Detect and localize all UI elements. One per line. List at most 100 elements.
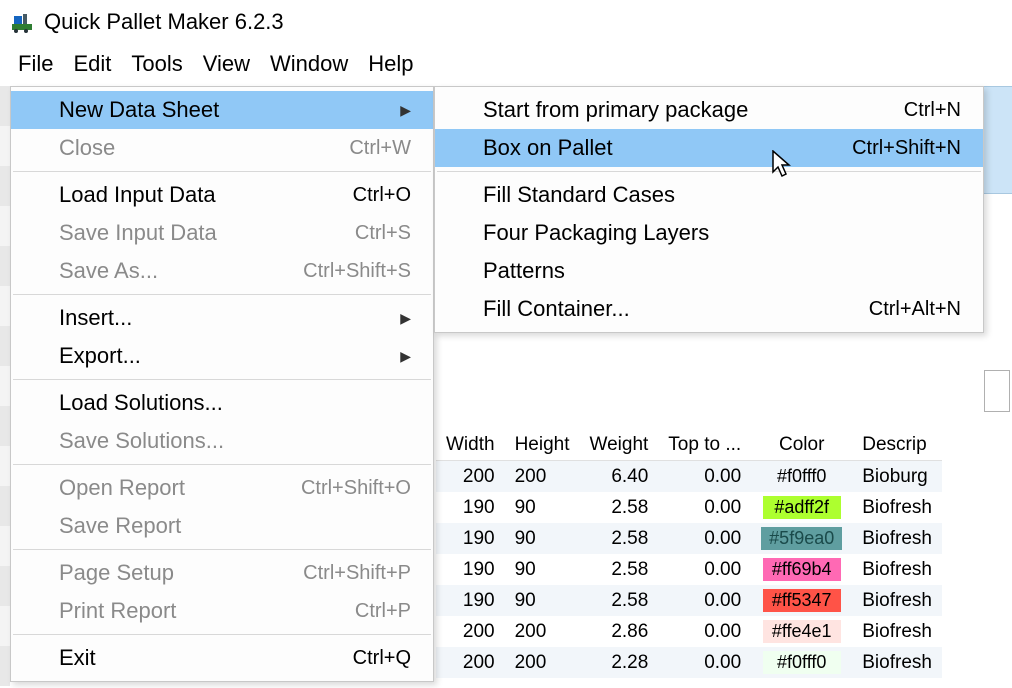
menu-label: Load Input Data [59, 182, 216, 208]
menu-label: New Data Sheet [59, 97, 219, 123]
menu-label: Save Report [59, 513, 181, 539]
menu-shortcut: Ctrl+N [904, 99, 961, 122]
menu-export[interactable]: Export... ▶ [11, 337, 433, 375]
menu-shortcut: Ctrl+Alt+N [869, 298, 961, 321]
cell-weight: 2.58 [580, 554, 659, 585]
menu-shortcut: Ctrl+Shift+P [303, 562, 411, 585]
app-icon [10, 10, 34, 34]
color-swatch: #adff2f [763, 496, 841, 519]
menu-save-input-data[interactable]: Save Input Data Ctrl+S [11, 214, 433, 252]
menu-save-report[interactable]: Save Report [11, 507, 433, 545]
menubar-tools[interactable]: Tools [121, 47, 192, 81]
menu-label: Save Solutions... [59, 428, 224, 454]
table-row[interactable]: 190902.580.00#adff2fBiofresh [436, 492, 942, 523]
cell-topto: 0.00 [658, 616, 751, 647]
menu-label: Four Packaging Layers [483, 220, 709, 246]
color-swatch: #f0fff0 [763, 651, 841, 674]
menu-open-report[interactable]: Open Report Ctrl+Shift+O [11, 469, 433, 507]
menubar-help[interactable]: Help [358, 47, 423, 81]
menu-print-report[interactable]: Print Report Ctrl+P [11, 592, 433, 630]
col-width[interactable]: Width [436, 430, 505, 461]
table-row[interactable]: 2002002.280.00#f0fff0Biofresh [436, 647, 942, 678]
cell-color: #f0fff0 [751, 461, 852, 493]
table-row[interactable]: 2002006.400.00#f0fff0Bioburg [436, 461, 942, 493]
menu-close[interactable]: Close Ctrl+W [11, 129, 433, 167]
menu-save-as[interactable]: Save As... Ctrl+Shift+S [11, 252, 433, 290]
menu-label: Save As... [59, 258, 158, 284]
menu-new-data-sheet[interactable]: New Data Sheet ▶ [11, 91, 433, 129]
cell-description: Biofresh [852, 554, 942, 585]
submenu-box-on-pallet[interactable]: Box on Pallet Ctrl+Shift+N [435, 129, 983, 167]
cell-height: 90 [505, 523, 580, 554]
menu-label: Print Report [59, 598, 176, 624]
menu-shortcut: Ctrl+Q [353, 647, 411, 670]
menu-separator [13, 549, 431, 550]
app-title: Quick Pallet Maker 6.2.3 [44, 9, 284, 35]
cell-height: 200 [505, 647, 580, 678]
menubar-window[interactable]: Window [260, 47, 358, 81]
menu-separator [13, 171, 431, 172]
cell-height: 90 [505, 492, 580, 523]
submenu-fill-container[interactable]: Fill Container... Ctrl+Alt+N [435, 290, 983, 328]
menu-shortcut: Ctrl+Shift+O [301, 477, 411, 500]
cell-color: #ffe4e1 [751, 616, 852, 647]
col-weight[interactable]: Weight [580, 430, 659, 461]
menu-label: Insert... [59, 305, 132, 331]
menu-label: Box on Pallet [483, 135, 613, 161]
menu-shortcut: Ctrl+P [355, 600, 411, 623]
menu-save-solutions[interactable]: Save Solutions... [11, 422, 433, 460]
color-swatch: #ffe4e1 [763, 620, 841, 643]
menu-separator [437, 171, 981, 172]
data-table: Width Height Weight Top to ... Color Des… [436, 430, 942, 678]
menu-label: Load Solutions... [59, 390, 223, 416]
cell-description: Biofresh [852, 523, 942, 554]
cell-topto: 0.00 [658, 554, 751, 585]
menu-load-solutions[interactable]: Load Solutions... [11, 384, 433, 422]
col-color[interactable]: Color [751, 430, 852, 461]
menu-separator [13, 634, 431, 635]
menu-label: Export... [59, 343, 141, 369]
menubar-view[interactable]: View [193, 47, 260, 81]
menu-label: Save Input Data [59, 220, 217, 246]
submenu-patterns[interactable]: Patterns [435, 252, 983, 290]
color-swatch: #ff5347 [763, 589, 841, 612]
cell-weight: 2.58 [580, 523, 659, 554]
cell-topto: 0.00 [658, 585, 751, 616]
col-height[interactable]: Height [505, 430, 580, 461]
menu-shortcut: Ctrl+S [355, 222, 411, 245]
menu-exit[interactable]: Exit Ctrl+Q [11, 639, 433, 677]
menu-label: Patterns [483, 258, 565, 284]
submenu-four-layers[interactable]: Four Packaging Layers [435, 214, 983, 252]
submenu-arrow-icon: ▶ [400, 102, 411, 119]
menu-shortcut: Ctrl+W [349, 137, 411, 160]
menu-label: Close [59, 135, 115, 161]
table-row[interactable]: 2002002.860.00#ffe4e1Biofresh [436, 616, 942, 647]
cell-description: Biofresh [852, 647, 942, 678]
menu-page-setup[interactable]: Page Setup Ctrl+Shift+P [11, 554, 433, 592]
menu-load-input-data[interactable]: Load Input Data Ctrl+O [11, 176, 433, 214]
menubar-file[interactable]: File [8, 47, 63, 81]
menubar-edit[interactable]: Edit [63, 47, 121, 81]
submenu-fill-standard[interactable]: Fill Standard Cases [435, 176, 983, 214]
col-descrip[interactable]: Descrip [852, 430, 942, 461]
menu-label: Fill Standard Cases [483, 182, 675, 208]
cell-height: 90 [505, 554, 580, 585]
table-row[interactable]: 190902.580.00#ff69b4Biofresh [436, 554, 942, 585]
file-menu-dropdown: New Data Sheet ▶ Close Ctrl+W Load Input… [10, 86, 434, 682]
menu-insert[interactable]: Insert... ▶ [11, 299, 433, 337]
cell-width: 200 [436, 461, 505, 493]
new-data-sheet-submenu: Start from primary package Ctrl+N Box on… [434, 86, 984, 333]
table-header-row: Width Height Weight Top to ... Color Des… [436, 430, 942, 461]
titlebar: Quick Pallet Maker 6.2.3 [0, 0, 1012, 44]
background-highlight [984, 86, 1012, 194]
cell-width: 190 [436, 492, 505, 523]
submenu-start-primary[interactable]: Start from primary package Ctrl+N [435, 91, 983, 129]
menu-label: Page Setup [59, 560, 174, 586]
cell-description: Bioburg [852, 461, 942, 493]
table-row[interactable]: 190902.580.00#ff5347Biofresh [436, 585, 942, 616]
col-topto[interactable]: Top to ... [658, 430, 751, 461]
cell-description: Biofresh [852, 492, 942, 523]
cell-topto: 0.00 [658, 523, 751, 554]
table-row[interactable]: 190902.580.00#5f9ea0Biofresh [436, 523, 942, 554]
submenu-arrow-icon: ▶ [400, 348, 411, 365]
